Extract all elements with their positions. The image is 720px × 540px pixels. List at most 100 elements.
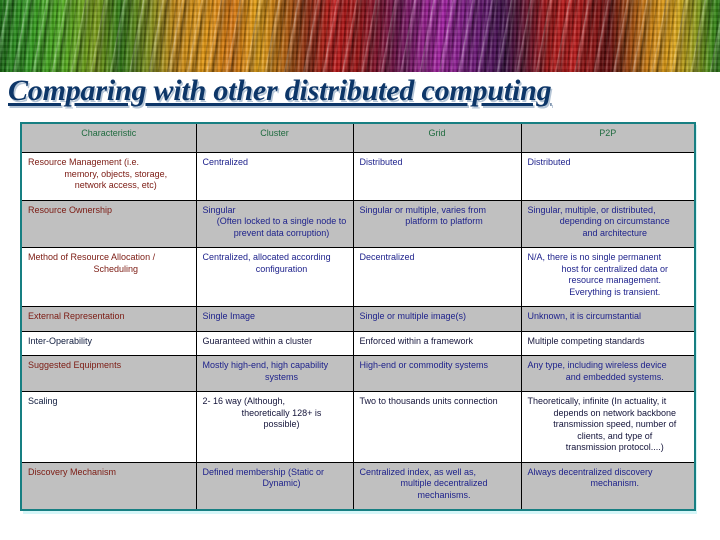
table-row: Resource Ownership Singular (Often locked … bbox=[20, 199, 696, 248]
cell-line: Scaling bbox=[28, 396, 58, 406]
table-cell-cluster: Guaranteed within a cluster bbox=[195, 330, 354, 356]
table-cell-grid: Decentralized bbox=[352, 247, 522, 307]
cell-line: Dynamic) bbox=[262, 478, 301, 488]
table-cell-cluster: Singular (Often locked to a single node t… bbox=[195, 199, 354, 248]
table-header-row: Characteristic Cluster Grid P2P bbox=[20, 122, 696, 153]
cell-line: Single Image bbox=[202, 311, 256, 321]
cell-line: Decentralized bbox=[359, 252, 415, 262]
cell-line: Distributed bbox=[359, 157, 403, 167]
table-cell-grid: Single or multiple image(s) bbox=[352, 306, 522, 332]
cell-line: Any type, including wireless device bbox=[527, 360, 667, 370]
table-cell-cluster: Mostly high-end, high capability systems bbox=[195, 355, 354, 392]
cell-line: transmission protocol....) bbox=[565, 442, 664, 452]
table-cell-cluster: Centralized, allocated according configur… bbox=[195, 247, 354, 307]
cell-line: External Representation bbox=[28, 311, 125, 321]
table-cell-cluster: 2- 16 way (Although, theoretically 128+ i… bbox=[195, 391, 354, 463]
cell-line: 2- 16 way (Although, bbox=[202, 396, 286, 406]
cell-line: Centralized, allocated according bbox=[202, 252, 331, 262]
cell-line: depends on network backbone bbox=[553, 407, 677, 418]
cell-line: theoretically 128+ is bbox=[241, 407, 322, 418]
table-cell-grid: Singular or multiple, varies from platfor… bbox=[352, 199, 522, 248]
cell-line: memory, objects, storage, bbox=[64, 168, 168, 179]
cell-line: resource management. bbox=[568, 275, 662, 285]
cell-line: (Often locked to a single node to bbox=[216, 216, 347, 226]
cell-line: Singular or multiple, varies from bbox=[359, 204, 487, 215]
banner-pixel-texture bbox=[0, 0, 720, 72]
column-header-grid: Grid bbox=[352, 122, 522, 153]
column-header-cluster: Cluster bbox=[195, 122, 354, 153]
table-cell-characteristic: Resource Management (i.e. memory, objects… bbox=[20, 152, 197, 201]
table-cell-grid: High-end or commodity systems bbox=[352, 355, 522, 392]
table-cell-p2p: Distributed bbox=[520, 152, 696, 201]
cell-line: host for centralized data or bbox=[561, 263, 669, 274]
table-cell-grid: Centralized index, as well as, multiple d… bbox=[352, 461, 522, 511]
cell-line: Discovery Mechanism bbox=[28, 466, 117, 477]
table-cell-cluster: Single Image bbox=[195, 306, 354, 332]
cell-line: clients, and type of bbox=[577, 430, 653, 441]
cell-line: Method of Resource Allocation / bbox=[28, 252, 156, 262]
table-cell-grid: Two to thousands units connection bbox=[352, 391, 522, 463]
table-cell-characteristic: Discovery Mechanism bbox=[20, 461, 197, 511]
comparison-table: Characteristic Cluster Grid P2P Resource… bbox=[20, 122, 696, 511]
cell-line: Everything is transient. bbox=[569, 286, 661, 297]
table-row: Resource Management (i.e. memory, objects… bbox=[20, 152, 696, 201]
cell-line: mechanism. bbox=[590, 478, 639, 488]
cell-line: prevent data corruption) bbox=[233, 227, 330, 238]
cell-line: Resource Management (i.e. bbox=[28, 157, 140, 167]
table-cell-cluster: Centralized bbox=[195, 152, 354, 201]
table-row: Discovery Mechanism Defined membership (S… bbox=[20, 461, 696, 511]
table-cell-p2p: Theoretically, infinite (In actuality, i… bbox=[520, 391, 696, 463]
cell-line: Guaranteed within a cluster bbox=[202, 335, 313, 346]
cell-line: Centralized bbox=[202, 157, 249, 167]
cell-line: Distributed bbox=[527, 157, 571, 167]
cell-line: configuration bbox=[255, 263, 308, 274]
table-cell-p2p: Multiple competing standards bbox=[520, 330, 696, 356]
cell-line: and architecture bbox=[582, 227, 648, 238]
cell-line: Singular bbox=[202, 204, 236, 215]
table-cell-p2p: Unknown, it is circumstantial bbox=[520, 306, 696, 332]
table-cell-cluster: Defined membership (Static or Dynamic) bbox=[195, 461, 354, 511]
cell-line: Singular, multiple, or distributed, bbox=[527, 204, 656, 215]
table-header: Characteristic Cluster Grid P2P bbox=[20, 122, 696, 153]
cell-line: Centralized index, as well as, bbox=[359, 466, 477, 477]
table-cell-p2p: Always decentralized discovery mechanism. bbox=[520, 461, 696, 511]
cell-line: possible) bbox=[263, 419, 300, 429]
cell-line: and embedded systems. bbox=[565, 371, 664, 382]
table-row: External Representation Single Image Singl… bbox=[20, 306, 696, 332]
column-header-characteristic: Characteristic bbox=[20, 122, 197, 153]
cell-line: Unknown, it is circumstantial bbox=[527, 311, 642, 321]
table-cell-characteristic: Inter-Operability bbox=[20, 330, 197, 356]
cell-line: multiple decentralized bbox=[400, 478, 488, 488]
table-row: Suggested Equipments Mostly high-end, hig… bbox=[20, 355, 696, 392]
table-cell-p2p: Any type, including wireless device and e… bbox=[520, 355, 696, 392]
table-body: Resource Management (i.e. memory, objects… bbox=[20, 152, 696, 511]
table-cell-characteristic: Suggested Equipments bbox=[20, 355, 197, 392]
table-row: Method of Resource Allocation / Schedulin… bbox=[20, 247, 696, 307]
table-cell-p2p: Singular, multiple, or distributed, depen… bbox=[520, 199, 696, 248]
table-row: Inter-Operability Guaranteed within a clu… bbox=[20, 330, 696, 356]
cell-line: depending on circumstance bbox=[559, 216, 670, 226]
cell-line: Resource Ownership bbox=[28, 204, 113, 215]
cell-line: Enforced within a framework bbox=[359, 335, 474, 346]
cell-line: N/A, there is no single permanent bbox=[527, 252, 662, 262]
title-container: Comparing with other distributed computi… bbox=[8, 74, 712, 108]
cell-line: Defined membership (Static or bbox=[202, 466, 325, 477]
cell-line: Single or multiple image(s) bbox=[359, 311, 467, 321]
cell-line: systems bbox=[264, 371, 298, 382]
cell-line: High-end or commodity systems bbox=[359, 360, 489, 370]
cell-line: mechanisms. bbox=[417, 489, 471, 500]
cell-line: network access, etc) bbox=[74, 180, 157, 190]
cell-line: transmission speed, number of bbox=[553, 419, 677, 429]
cell-line: Two to thousands units connection bbox=[359, 396, 498, 406]
table-cell-grid: Enforced within a framework bbox=[352, 330, 522, 356]
cell-line: Suggested Equipments bbox=[28, 360, 122, 370]
cell-line: Mostly high-end, high capability bbox=[202, 360, 329, 370]
cell-line: Inter-Operability bbox=[28, 335, 93, 346]
table-cell-characteristic: External Representation bbox=[20, 306, 197, 332]
page-title: Comparing with other distributed computi… bbox=[8, 74, 552, 107]
comparison-table-container: Characteristic Cluster Grid P2P Resource… bbox=[20, 122, 696, 511]
cell-line: Multiple competing standards bbox=[527, 335, 645, 346]
table-cell-characteristic: Method of Resource Allocation / Schedulin… bbox=[20, 247, 197, 307]
cell-line: Theoretically, infinite (In actuality, i… bbox=[527, 396, 667, 406]
table-row: Scaling 2- 16 way (Although, theoretically… bbox=[20, 391, 696, 463]
